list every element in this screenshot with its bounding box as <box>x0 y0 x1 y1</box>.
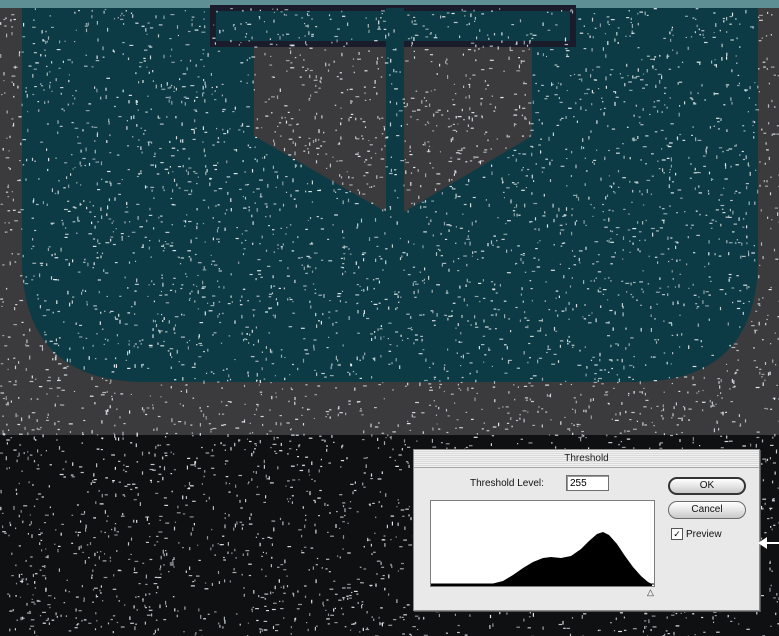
histogram-curve <box>431 532 652 586</box>
threshold-dialog: Threshold Threshold Level: △ OK Cancel ✓… <box>413 449 760 611</box>
histogram-chart[interactable] <box>430 500 655 587</box>
threshold-level-input[interactable] <box>566 475 609 491</box>
photoshop-canvas: Threshold Threshold Level: △ OK Cancel ✓… <box>0 0 779 636</box>
ok-button[interactable]: OK <box>668 477 746 495</box>
preview-checkbox[interactable]: ✓ Preview <box>671 528 722 540</box>
threshold-level-label: Threshold Level: <box>470 478 544 489</box>
cancel-button[interactable]: Cancel <box>668 501 746 519</box>
triangle-slider-icon[interactable]: △ <box>647 588 654 597</box>
dialog-title[interactable]: Threshold <box>414 450 759 468</box>
arrow-left-icon <box>758 537 779 549</box>
center-teal-stem <box>386 8 404 212</box>
checkmark-icon[interactable]: ✓ <box>671 528 683 540</box>
preview-label: Preview <box>686 528 722 540</box>
